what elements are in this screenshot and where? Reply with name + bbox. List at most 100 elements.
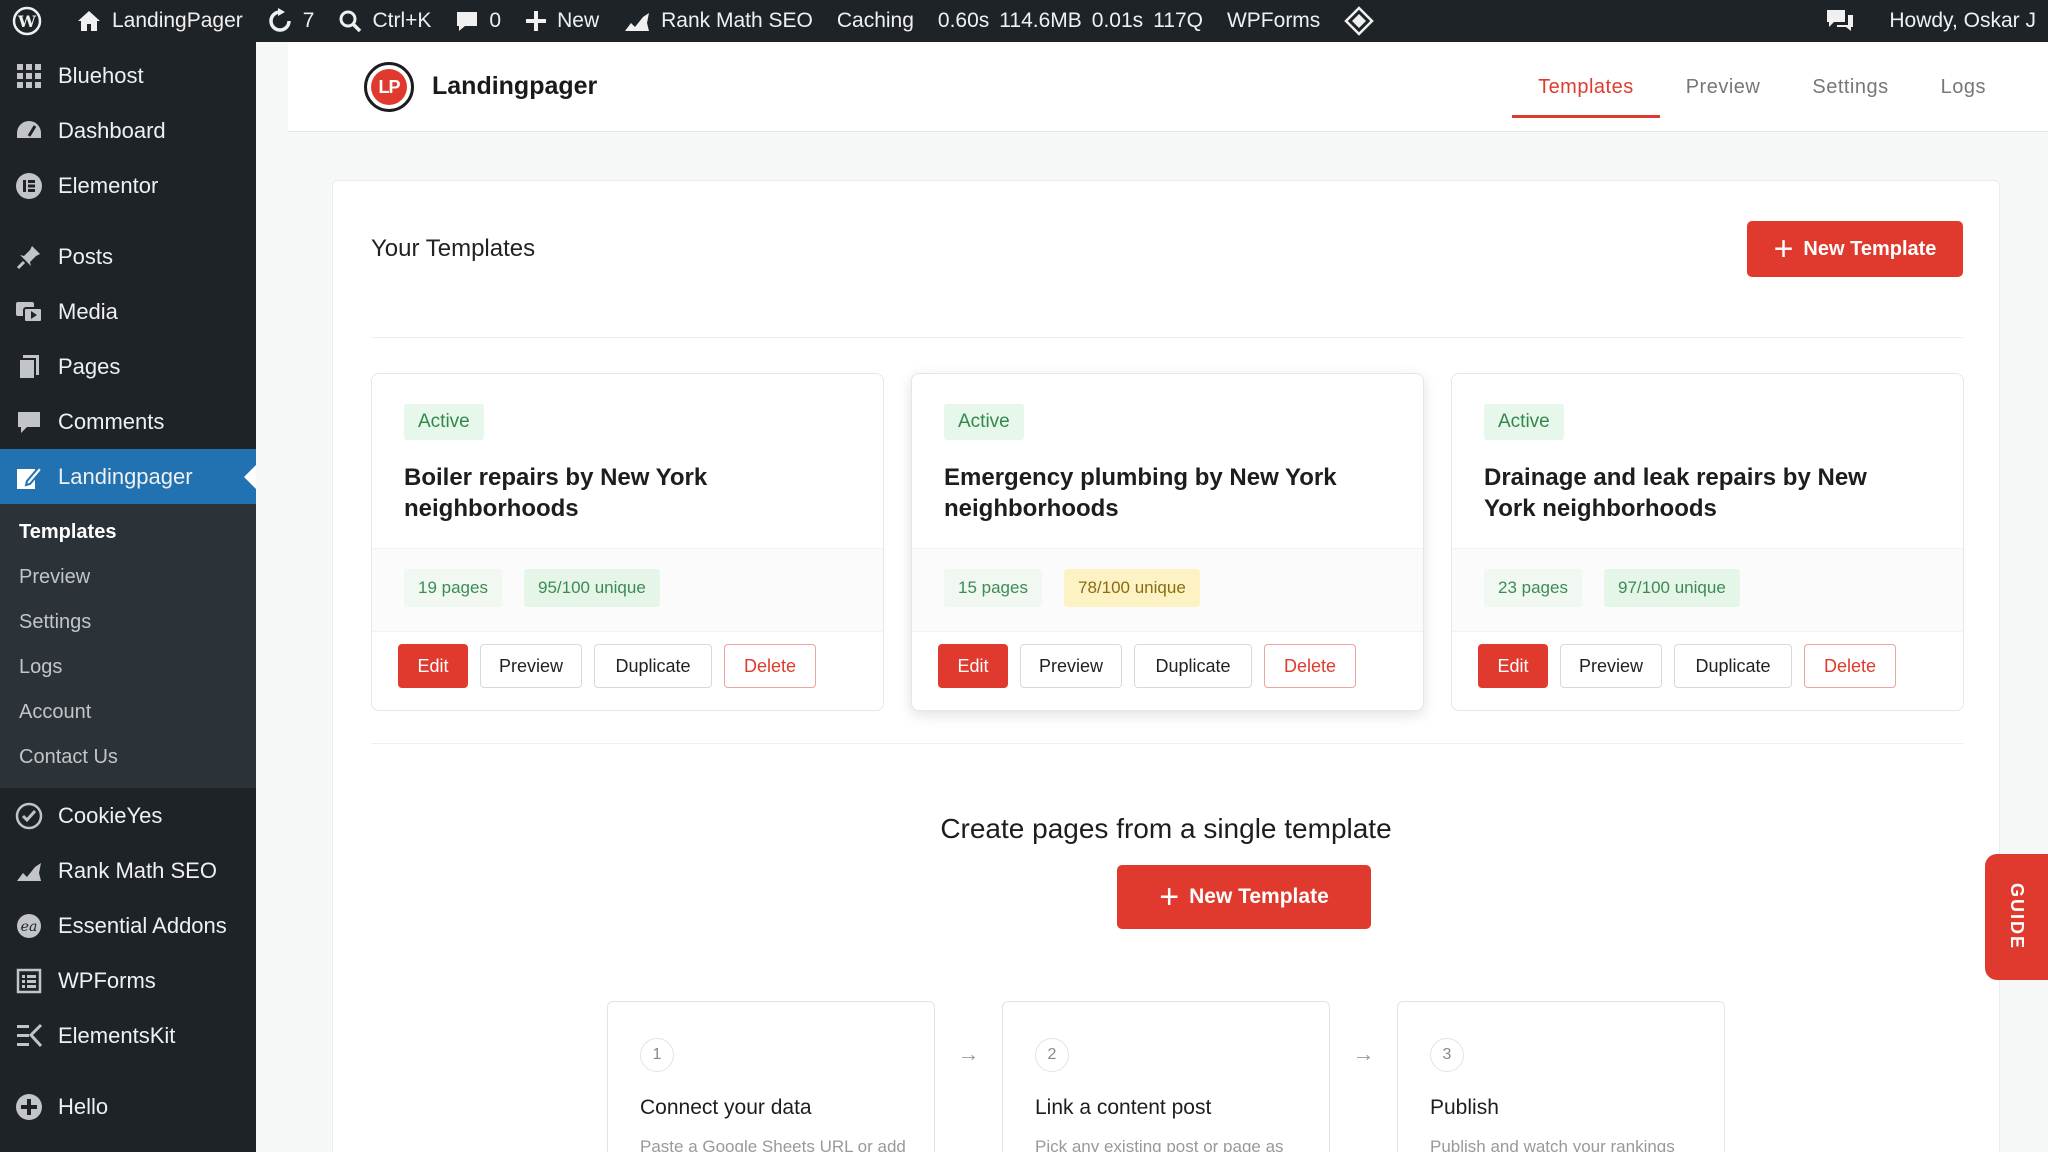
landingpager-submenu: Templates Preview Settings Logs Account … <box>0 504 256 788</box>
sidebar-item-elementskit[interactable]: ElementsKit <box>0 1008 256 1063</box>
query-monitor-link[interactable]: 0.60s 114.6MB 0.01s 117Q <box>926 0 1215 42</box>
plugin-header: LP Landingpager Templates Preview Settin… <box>288 42 2048 132</box>
sidebar-item-hello[interactable]: Hello <box>0 1079 256 1134</box>
step-description: Publish and watch your rankings skyrocke… <box>1430 1137 1675 1152</box>
new-label: New <box>557 9 600 32</box>
submenu-logs[interactable]: Logs <box>0 645 256 690</box>
site-name-link[interactable]: LandingPager <box>64 0 255 42</box>
template-cards: Active Boiler repairs by New York neighb… <box>371 373 1964 711</box>
comment-icon <box>14 407 44 437</box>
admin-sidebar: Bluehost Dashboard Elementor Posts Media… <box>0 42 256 1152</box>
preview-button[interactable]: Preview <box>1020 644 1122 688</box>
search-link[interactable]: Ctrl+K <box>326 0 443 42</box>
plugin-tabs: Templates Preview Settings Logs <box>1512 42 2012 132</box>
edit-button[interactable]: Edit <box>398 644 468 688</box>
sidebar-item-pages[interactable]: Pages <box>0 339 256 394</box>
diamond-link[interactable] <box>1332 0 1396 42</box>
search-icon <box>339 10 362 33</box>
duplicate-button[interactable]: Duplicate <box>1674 644 1792 688</box>
edit-page-icon <box>14 462 44 492</box>
preview-button[interactable]: Preview <box>1560 644 1662 688</box>
logo-mark: LP <box>371 69 407 105</box>
tab-preview[interactable]: Preview <box>1660 42 1787 132</box>
delete-button[interactable]: Delete <box>724 644 816 688</box>
delete-button[interactable]: Delete <box>1804 644 1896 688</box>
submenu-settings[interactable]: Settings <box>0 600 256 645</box>
sidebar-item-label: CookieYes <box>58 802 163 828</box>
plus-icon: + <box>1773 230 1794 268</box>
arrow-right-icon: → <box>1352 1041 1375 1066</box>
rankmath-icon <box>625 13 650 31</box>
comments-link[interactable]: 0 <box>443 0 513 42</box>
sidebar-item-essential-addons[interactable]: ea Essential Addons <box>0 898 256 953</box>
new-template-button[interactable]: + New Template <box>1747 221 1963 277</box>
step-number: 2 <box>1035 1038 1069 1072</box>
sidebar-item-posts[interactable]: Posts <box>0 229 256 284</box>
submenu-account[interactable]: Account <box>0 690 256 735</box>
search-shortcut: Ctrl+K <box>372 9 432 32</box>
essential-addons-icon: ea <box>14 911 44 941</box>
cookieyes-icon <box>14 801 44 831</box>
duplicate-button[interactable]: Duplicate <box>1134 644 1252 688</box>
sidebar-item-comments[interactable]: Comments <box>0 394 256 449</box>
templates-panel: Your Templates + New Template Active Boi… <box>332 180 2000 1152</box>
step-number: 1 <box>640 1038 674 1072</box>
divider <box>371 743 1963 744</box>
template-title: Emergency plumbing by New York neighborh… <box>944 464 1337 522</box>
chat-link[interactable] <box>1813 0 1877 42</box>
admin-bar-right: Howdy, Oskar J <box>1813 0 2048 42</box>
account-link[interactable]: Howdy, Oskar J <box>1877 0 2048 42</box>
wpforms-link[interactable]: WPForms <box>1215 0 1332 42</box>
edit-button[interactable]: Edit <box>1478 644 1548 688</box>
sidebar-item-rank-math[interactable]: Rank Math SEO <box>0 843 256 898</box>
status-badge: Active <box>404 404 484 440</box>
submenu-contact-us[interactable]: Contact Us <box>0 735 256 780</box>
sidebar-item-label: Essential Addons <box>58 912 227 938</box>
duplicate-button[interactable]: Duplicate <box>594 644 712 688</box>
media-icon <box>14 297 44 327</box>
delete-button[interactable]: Delete <box>1264 644 1356 688</box>
sidebar-item-media[interactable]: Media <box>0 284 256 339</box>
submenu-templates[interactable]: Templates <box>0 510 256 555</box>
new-template-label: New Template <box>1803 237 1937 260</box>
sidebar-item-bluehost[interactable]: Bluehost <box>0 48 256 103</box>
sidebar-item-dashboard[interactable]: Dashboard <box>0 103 256 158</box>
sidebar-item-label: Pages <box>58 353 121 379</box>
caching-link[interactable]: Caching <box>825 0 926 42</box>
svg-text:W: W <box>17 12 37 31</box>
wordpress-icon: W <box>12 6 42 36</box>
template-title: Boiler repairs by New York neighborhoods <box>404 464 708 522</box>
tab-settings[interactable]: Settings <box>1786 42 1914 132</box>
sidebar-item-label: Elementor <box>58 172 159 198</box>
edit-button[interactable]: Edit <box>938 644 1008 688</box>
updates-icon <box>269 8 291 32</box>
preview-button[interactable]: Preview <box>480 644 582 688</box>
updates-link[interactable]: 7 <box>255 0 327 42</box>
caching-label: Caching <box>836 9 914 32</box>
plus-circle-icon <box>14 1092 44 1122</box>
template-card: Active Drainage and leak repairs by New … <box>1451 373 1964 711</box>
template-card: Active Boiler repairs by New York neighb… <box>371 373 884 711</box>
sidebar-item-label: Hello <box>58 1093 109 1119</box>
sidebar-item-elementor[interactable]: Elementor <box>0 158 256 213</box>
template-stats: 23 pages 97/100 unique <box>1452 548 1963 632</box>
landingpager-logo: LP <box>364 62 414 112</box>
new-content-link[interactable]: New <box>513 0 611 42</box>
tab-logs[interactable]: Logs <box>1915 42 2012 132</box>
sidebar-item-label: Comments <box>58 408 165 434</box>
rankmath-link[interactable]: Rank Math SEO <box>611 0 825 42</box>
tab-templates[interactable]: Templates <box>1512 42 1660 132</box>
template-title: Drainage and leak repairs by New York ne… <box>1484 464 1867 522</box>
plus-icon: + <box>1159 878 1180 916</box>
submenu-preview[interactable]: Preview <box>0 555 256 600</box>
wordpress-logo-button[interactable]: W <box>0 0 64 42</box>
sidebar-item-cookieyes[interactable]: CookieYes <box>0 788 256 843</box>
new-template-cta-button[interactable]: + New Template <box>1117 865 1371 929</box>
guide-tab-button[interactable]: GUIDE <box>1985 854 2048 980</box>
sidebar-item-wpforms[interactable]: WPForms <box>0 953 256 1008</box>
status-badge: Active <box>1484 404 1564 440</box>
elementor-icon <box>14 171 44 201</box>
sidebar-item-landingpager[interactable]: Landingpager <box>0 449 256 504</box>
pages-icon <box>14 352 44 382</box>
template-stats: 19 pages 95/100 unique <box>372 548 883 632</box>
